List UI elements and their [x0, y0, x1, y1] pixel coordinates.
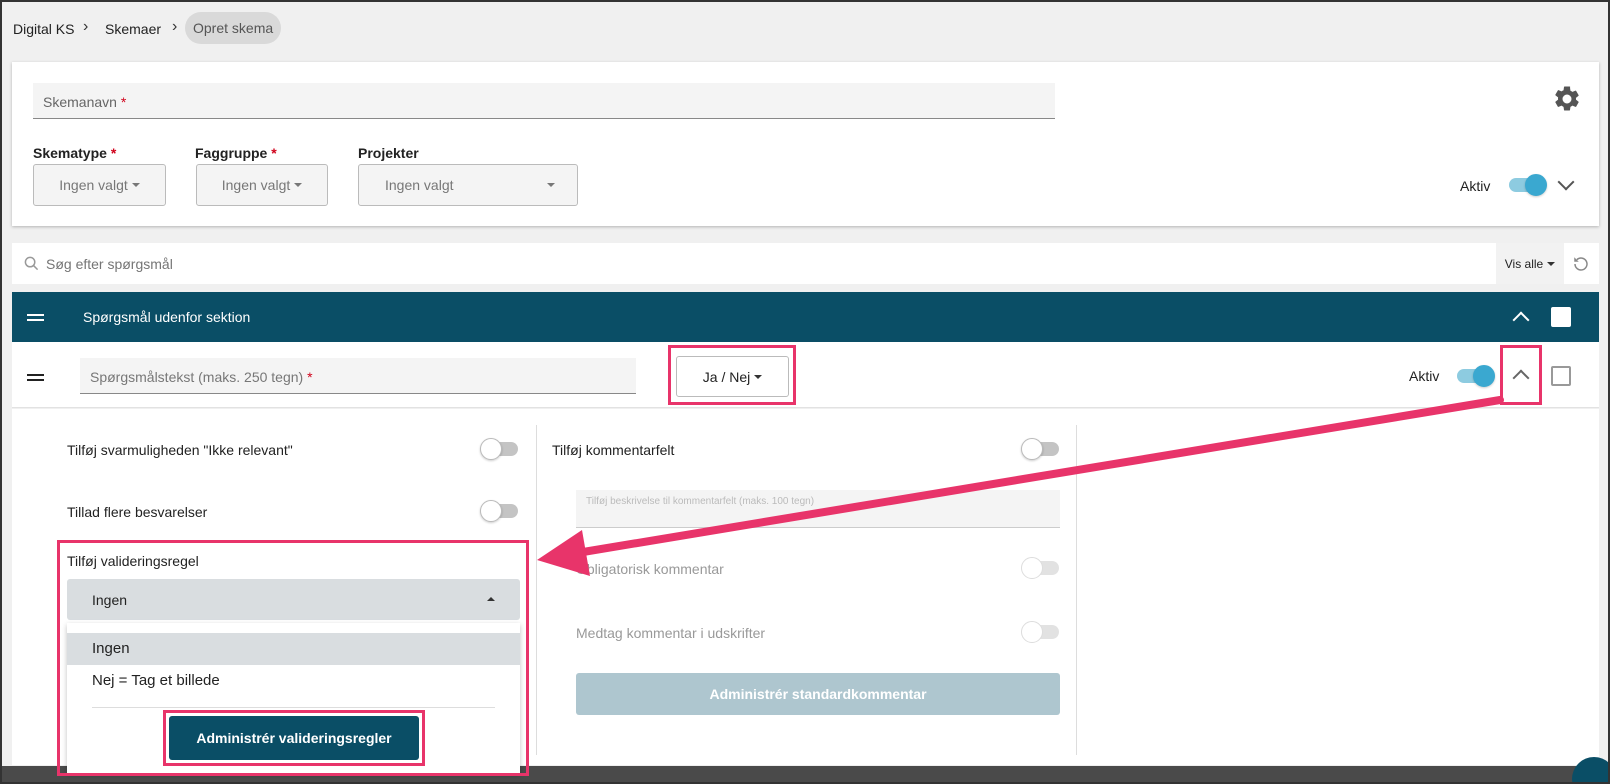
ikke-relevant-toggle[interactable] — [480, 438, 518, 460]
gear-icon[interactable] — [1552, 84, 1582, 114]
caret-down-icon — [547, 183, 555, 187]
ikke-relevant-label: Tilføj svarmuligheden "Ikke relevant" — [67, 442, 293, 458]
caret-down-icon — [1547, 261, 1556, 266]
caret-down-icon — [131, 183, 140, 187]
flere-besvarelser-label: Tillad flere besvarelser — [67, 504, 208, 520]
medtag-label: Medtag kommentar i udskrifter — [576, 625, 766, 641]
manage-standard-comment-button[interactable]: Administrér standardkommentar — [576, 673, 1060, 715]
schema-aktiv-toggle[interactable] — [1509, 174, 1547, 196]
section-title: Spørgsmål udenfor sektion — [83, 309, 251, 325]
skematype-select[interactable]: Ingen valgt — [33, 164, 166, 206]
caret-down-icon — [754, 374, 763, 379]
faggruppe-select[interactable]: Ingen valgt — [196, 164, 328, 206]
schema-name-field[interactable]: Skemanavn * — [33, 83, 1055, 119]
search-input[interactable] — [46, 250, 1496, 278]
medtag-toggle[interactable] — [1021, 621, 1059, 643]
filter-dropdown[interactable]: Vis alle — [1496, 243, 1564, 284]
projekter-label: Projekter — [358, 145, 419, 161]
question-text-field[interactable]: Spørgsmålstekst (maks. 250 tegn) * — [80, 358, 636, 394]
question-aktiv-label: Aktiv — [1409, 368, 1440, 384]
drag-handle-icon[interactable] — [27, 374, 44, 376]
flere-besvarelser-toggle[interactable] — [480, 500, 518, 522]
annotation-arrow — [537, 396, 1504, 576]
skematype-label: Skematype * — [33, 145, 117, 161]
breadcrumb-digital-ks[interactable]: Digital KS — [13, 21, 74, 37]
search-icon — [24, 256, 39, 271]
reset-icon[interactable] — [1572, 255, 1590, 273]
schema-name-placeholder: Skemanavn * — [43, 94, 127, 110]
breadcrumb-current: Opret skema — [185, 12, 282, 44]
drag-handle-icon[interactable] — [27, 314, 44, 316]
breadcrumb-skemaer[interactable]: Skemaer — [105, 21, 161, 37]
question-text-placeholder: Spørgsmålstekst (maks. 250 tegn) * — [90, 369, 313, 385]
faggruppe-label: Faggruppe * — [195, 145, 277, 161]
section-checkbox[interactable] — [1551, 307, 1571, 327]
breadcrumb-chevron-icon: › — [83, 18, 89, 35]
caret-down-icon — [294, 183, 303, 187]
schema-aktiv-label: Aktiv — [1460, 178, 1491, 194]
question-aktiv-toggle[interactable] — [1457, 365, 1495, 387]
breadcrumb-chevron-icon: › — [172, 18, 178, 35]
projekter-select[interactable]: Ingen valgt — [358, 164, 578, 206]
question-checkbox[interactable] — [1551, 366, 1571, 386]
manage-validation-rules-button[interactable]: Administrér valideringsregler — [169, 716, 419, 760]
